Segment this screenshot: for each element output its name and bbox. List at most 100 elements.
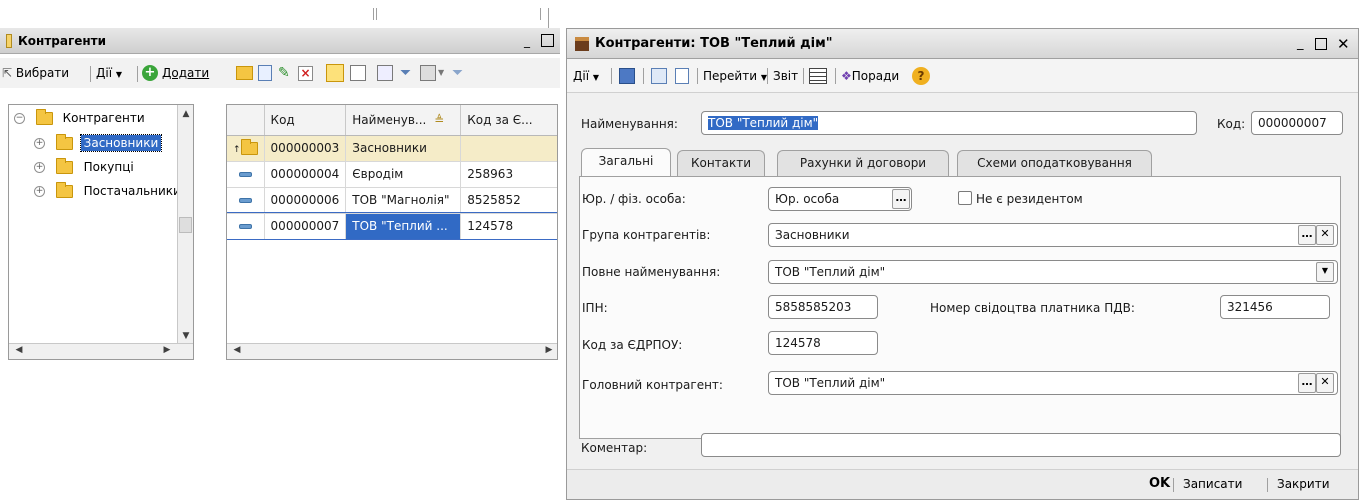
tips-button[interactable]: ❖Поради bbox=[841, 59, 899, 93]
parent-clear-button[interactable]: ✕ bbox=[1316, 373, 1334, 393]
name-input[interactable]: ТОВ "Теплий дім" bbox=[701, 111, 1197, 135]
level-up-icon[interactable] bbox=[350, 65, 366, 81]
tab-tax-schemes[interactable]: Схеми оподатковування bbox=[957, 150, 1152, 176]
parent-arrow-icon: ↑ bbox=[233, 145, 241, 155]
vat-cert-input[interactable]: 321456 bbox=[1220, 295, 1330, 319]
tree-item-label: Покупці bbox=[83, 160, 134, 174]
close-button[interactable]: Закрити bbox=[1277, 477, 1330, 491]
table-row-selected[interactable]: 000000007 ТОВ "Теплий ... 124578 bbox=[227, 212, 557, 240]
chevron-down-icon[interactable]: ▼ bbox=[438, 58, 444, 88]
tab-general[interactable]: Загальні bbox=[581, 148, 671, 177]
expand-icon[interactable]: + bbox=[34, 186, 45, 197]
column-header-code[interactable]: Код bbox=[264, 105, 347, 136]
toolbar-divider bbox=[643, 68, 644, 84]
save-close-icon[interactable] bbox=[619, 68, 635, 84]
scroll-thumb[interactable] bbox=[179, 217, 192, 233]
document-icon[interactable] bbox=[675, 68, 689, 84]
column-header-name-label: Найменув... bbox=[352, 112, 427, 127]
cell-name: ТОВ "Теплий ... bbox=[345, 213, 462, 240]
help-icon[interactable]: ? bbox=[912, 67, 930, 85]
table-row[interactable]: 000000004 Євродім 258963 bbox=[227, 161, 557, 188]
cell-code: 000000006 bbox=[264, 187, 347, 214]
minimize-button[interactable]: _ bbox=[1297, 29, 1304, 59]
group-clear-button[interactable]: ✕ bbox=[1316, 225, 1334, 245]
refresh-icon[interactable] bbox=[651, 68, 667, 84]
hierarchy-icon[interactable] bbox=[326, 64, 344, 82]
full-name-dropdown-button[interactable]: ▼ bbox=[1316, 262, 1334, 282]
maximize-button[interactable] bbox=[541, 34, 554, 47]
structure-icon[interactable] bbox=[809, 68, 827, 84]
comment-input[interactable] bbox=[701, 433, 1341, 457]
tree-item-founders[interactable]: + Засновники bbox=[34, 134, 163, 152]
tab-accounts-contracts[interactable]: Рахунки й договори bbox=[777, 150, 949, 176]
folder-icon bbox=[240, 139, 258, 155]
cell-code: 000000004 bbox=[264, 161, 347, 188]
tree-root-label: Контрагенти bbox=[62, 111, 145, 125]
counterparties-list-window: Контрагенти _ ⇱ Вибрати Дії ▼ + Додати ✎… bbox=[0, 28, 560, 360]
scroll-left-icon[interactable]: ◀ bbox=[11, 345, 27, 355]
row-icon-cell bbox=[227, 161, 265, 188]
copy-icon[interactable] bbox=[258, 65, 272, 81]
group-select-button[interactable]: … bbox=[1298, 225, 1316, 245]
filter-icon[interactable]: ⏷ bbox=[400, 58, 411, 88]
column-header-name[interactable]: Найменув... ≜ bbox=[345, 105, 462, 136]
group-label: Група контрагентів: bbox=[582, 228, 711, 242]
report-button[interactable]: Звіт bbox=[773, 59, 798, 93]
code-input[interactable]: 000000007 bbox=[1251, 111, 1343, 135]
comment-label: Коментар: bbox=[581, 441, 648, 455]
edrpou-input[interactable]: 124578 bbox=[768, 331, 878, 355]
select-button[interactable]: ⇱ Вибрати bbox=[2, 58, 69, 88]
folder-icon bbox=[55, 182, 73, 198]
tree-item-suppliers[interactable]: + Постачальники bbox=[34, 182, 181, 198]
cursor-icon: ⇱ bbox=[2, 66, 13, 80]
edit-icon[interactable]: ✎ bbox=[278, 58, 290, 88]
full-name-input[interactable]: ТОВ "Теплий дім" bbox=[768, 260, 1338, 284]
actions-menu[interactable]: Дії ▼ bbox=[573, 59, 599, 95]
save-button[interactable]: Записати bbox=[1183, 477, 1242, 491]
grid-horizontal-scrollbar[interactable]: ◀ ▶ bbox=[227, 343, 557, 359]
table-row[interactable]: 000000006 ТОВ "Магнолія" 8525852 bbox=[227, 187, 557, 214]
filter-by-value-icon[interactable] bbox=[420, 65, 436, 81]
expand-icon[interactable]: + bbox=[34, 162, 45, 173]
filter-settings-icon[interactable] bbox=[377, 65, 393, 81]
parent-select-button[interactable]: … bbox=[1298, 373, 1316, 393]
add-folder-icon[interactable] bbox=[236, 66, 253, 80]
tree-root[interactable]: − Контрагенти bbox=[14, 109, 145, 125]
minimize-button[interactable]: _ bbox=[524, 28, 530, 54]
expand-icon[interactable]: + bbox=[34, 138, 45, 149]
scroll-right-icon[interactable]: ▶ bbox=[159, 345, 175, 355]
entity-type-select-button[interactable]: … bbox=[892, 189, 910, 209]
folder-icon bbox=[55, 158, 73, 174]
tab-contacts[interactable]: Контакти bbox=[677, 150, 765, 176]
goto-menu[interactable]: Перейти ▼ bbox=[703, 59, 767, 95]
group-input[interactable]: Засновники bbox=[768, 223, 1338, 247]
scroll-up-icon[interactable]: ▲ bbox=[178, 109, 194, 119]
tree-vertical-scrollbar[interactable]: ▲ ▼ bbox=[177, 105, 193, 343]
ok-button[interactable]: OK bbox=[1149, 476, 1170, 491]
scroll-right-icon[interactable]: ▶ bbox=[541, 345, 557, 355]
collapse-icon[interactable]: − bbox=[14, 113, 25, 124]
actions-menu[interactable]: Дії ▼ bbox=[96, 58, 122, 88]
scroll-left-icon[interactable]: ◀ bbox=[229, 345, 245, 355]
scroll-down-icon[interactable]: ▼ bbox=[178, 331, 194, 341]
delete-icon[interactable]: × bbox=[298, 66, 313, 81]
clear-filter-icon[interactable]: ⏷ bbox=[452, 58, 463, 88]
group-value: Засновники bbox=[775, 228, 850, 242]
entity-type-input[interactable]: Юр. особа bbox=[768, 187, 912, 211]
parent-counterparty-input[interactable]: ТОВ "Теплий дім" bbox=[768, 371, 1338, 395]
table-row[interactable]: ↑ 000000003 Засновники bbox=[227, 135, 557, 162]
tree-horizontal-scrollbar[interactable]: ◀ ▶ bbox=[9, 343, 193, 359]
maximize-button[interactable] bbox=[1315, 38, 1327, 50]
entity-type-label: Юр. / фіз. особа: bbox=[582, 192, 686, 206]
column-header-edrpou[interactable]: Код за Є... bbox=[460, 105, 557, 136]
close-icon[interactable]: ✕ bbox=[1337, 29, 1350, 59]
toolbar-divider bbox=[697, 68, 698, 84]
sort-icon: ≜ bbox=[434, 112, 445, 127]
non-resident-checkbox[interactable] bbox=[958, 191, 972, 205]
toolbar-divider bbox=[767, 68, 768, 84]
add-button[interactable]: + Додати bbox=[142, 58, 209, 88]
cell-edrpou: 8525852 bbox=[460, 187, 557, 214]
cell-name: ТОВ "Магнолія" bbox=[345, 187, 462, 214]
ipn-input[interactable]: 5858585203 bbox=[768, 295, 878, 319]
tree-item-buyers[interactable]: + Покупці bbox=[34, 158, 134, 174]
